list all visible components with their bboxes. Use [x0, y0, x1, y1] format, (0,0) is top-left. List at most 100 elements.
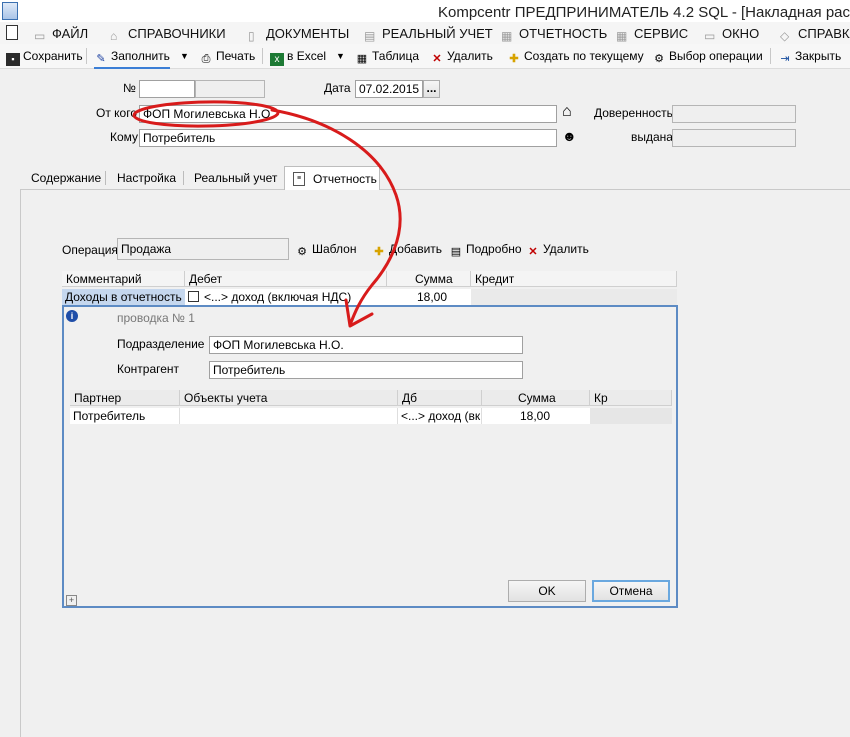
dialog-cell-sum[interactable]: 18,00: [482, 408, 590, 424]
close-button[interactable]: ⇥ Закрыть: [778, 49, 841, 66]
ledger-icon: ▤: [364, 29, 376, 43]
grid-header-credit[interactable]: Кредит: [471, 271, 677, 287]
dialog-cell-db[interactable]: <...> доход (вк: [398, 408, 482, 424]
date-picker-button[interactable]: ...: [423, 80, 440, 98]
grid-header-comment[interactable]: Комментарий: [62, 271, 185, 287]
add-plus-icon: ✚: [374, 246, 384, 258]
tab-divider: [105, 171, 106, 185]
issued-field[interactable]: [672, 129, 796, 147]
table-button[interactable]: ▦ Таблица: [355, 49, 419, 66]
cancel-button[interactable]: Отмена: [592, 580, 670, 602]
delete-entry-button[interactable]: ✕ Удалить: [526, 242, 588, 259]
number-suffix-field[interactable]: [195, 80, 265, 98]
delete-x-icon: ✕: [528, 246, 538, 258]
app-icon[interactable]: [2, 2, 18, 20]
fill-button[interactable]: ✎ Заполнить: [94, 49, 170, 69]
tab-settings[interactable]: Настройка: [117, 167, 176, 189]
add-plus-icon: ✚: [509, 53, 519, 65]
contractor-label: Контрагент: [117, 362, 180, 376]
reporting-tab-icon: ≡: [293, 172, 305, 186]
floppy-icon: ▪: [6, 53, 20, 66]
grid-cell-comment[interactable]: Доходы в отчетность: [62, 289, 185, 305]
grid-header-sum[interactable]: Сумма: [387, 271, 471, 287]
document-icon[interactable]: [6, 25, 18, 40]
tab-reporting[interactable]: ≡ Отчетность: [284, 166, 380, 190]
tab-real-accounting[interactable]: Реальный учет: [194, 167, 277, 189]
from-field[interactable]: ФОП Могилевська Н.О.: [139, 105, 557, 123]
menu-file[interactable]: ▭ ФАЙЛ: [34, 26, 88, 43]
menu-help[interactable]: ◇СПРАВКА: [780, 26, 850, 43]
menu-real-accounting[interactable]: ▤ РЕАЛЬНЫЙ УЧЕТ: [364, 26, 493, 43]
ok-button[interactable]: OK: [508, 580, 586, 602]
excel-button[interactable]: xв Excel: [270, 49, 326, 66]
expand-plus-icon[interactable]: +: [66, 595, 77, 606]
number-field[interactable]: [139, 80, 195, 98]
help-icon: ◇: [780, 29, 790, 43]
dialog-header-kr[interactable]: Кр: [590, 390, 672, 406]
number-label: №: [123, 81, 136, 95]
division-field[interactable]: ФОП Могилевська Н.О.: [209, 336, 523, 354]
date-label: Дата: [324, 81, 351, 95]
toolbar-separator: [86, 48, 87, 64]
table-icon: ▦: [356, 53, 368, 65]
pen-lines-icon: ✎: [96, 53, 106, 65]
create-from-current-button[interactable]: ✚ Создать по текущему: [507, 49, 643, 66]
checkbox[interactable]: [188, 291, 199, 302]
excel-dropdown-arrow[interactable]: ▼: [336, 51, 345, 61]
printer-icon: ⎙: [201, 53, 211, 65]
operation-label: Операция: [62, 243, 118, 257]
to-field[interactable]: Потребитель: [139, 129, 557, 147]
template-icon: ⚙: [297, 246, 307, 258]
posting-header: проводка № 1: [117, 311, 195, 325]
choose-operation-button[interactable]: ⚙ Выбор операции: [652, 49, 763, 66]
toolbar-separator: [262, 48, 263, 64]
dialog-cell-partner[interactable]: Потребитель: [70, 408, 180, 424]
power-of-attorney-field[interactable]: [672, 105, 796, 123]
menu-service[interactable]: ▦ СЕРВИС: [616, 26, 688, 43]
details-icon: ▤: [450, 246, 462, 258]
menu-documents[interactable]: ▯ ДОКУМЕНТЫ: [248, 26, 349, 43]
details-button[interactable]: ▤ Подробно: [449, 242, 522, 259]
report-icon: ▦: [501, 29, 513, 43]
grid-cell-debit[interactable]: <...> доход (включая НДС): [185, 289, 387, 305]
from-label: От кого: [96, 106, 138, 120]
menu-window[interactable]: ▭ ОКНО: [704, 26, 759, 43]
delete-x-icon: ✕: [432, 53, 442, 65]
to-label: Кому: [110, 130, 139, 144]
info-icon: i: [66, 310, 78, 322]
operation-icon: ⚙: [654, 53, 664, 65]
dialog-cell-kr[interactable]: [590, 408, 672, 424]
window-title: Kompcentr ПРЕДПРИНИМАТЕЛЬ 4.2 SQL - [Нак…: [438, 4, 850, 21]
grid-header-debit[interactable]: Дебет: [185, 271, 387, 287]
dialog-header-objects[interactable]: Объекты учета: [180, 390, 398, 406]
calculator-icon: ▦: [616, 29, 628, 43]
dialog-header-db[interactable]: Дб: [398, 390, 482, 406]
person-icon[interactable]: ☻: [562, 128, 577, 144]
house-icon[interactable]: ⌂: [562, 104, 572, 120]
division-label: Подразделение: [117, 337, 205, 351]
contractor-field[interactable]: Потребитель: [209, 361, 523, 379]
exit-icon: ⇥: [780, 53, 790, 65]
delete-button[interactable]: ✕ Удалить: [430, 49, 492, 66]
save-button[interactable]: ▪ Сохранить: [6, 49, 83, 66]
excel-icon: x: [270, 53, 284, 66]
add-entry-button[interactable]: ✚ Добавить: [372, 242, 442, 259]
dialog-header-partner[interactable]: Партнер: [70, 390, 180, 406]
menu-bar: ▭ ФАЙЛ ⌂ СПРАВОЧНИКИ ▯ ДОКУМЕНТЫ ▤ РЕАЛЬНЫЙ …: [0, 22, 850, 45]
page-icon: ▯: [248, 29, 255, 43]
menu-directories[interactable]: ⌂ СПРАВОЧНИКИ: [110, 26, 226, 43]
posting-dialog: i проводка № 1 Подразделение ФОП Могилев…: [62, 305, 678, 608]
print-button[interactable]: ⎙ Печать: [199, 49, 256, 66]
window-icon: ▭: [704, 29, 716, 43]
dialog-cell-objects[interactable]: [180, 408, 398, 424]
tab-content[interactable]: Содержание: [31, 167, 101, 189]
dialog-header-sum[interactable]: Сумма: [482, 390, 590, 406]
grid-cell-credit[interactable]: [471, 289, 677, 305]
title-bar: Kompcentr ПРЕДПРИНИМАТЕЛЬ 4.2 SQL - [Нак…: [0, 0, 850, 22]
date-field[interactable]: 07.02.2015: [355, 80, 423, 98]
template-button[interactable]: ⚙ Шаблон: [295, 242, 356, 259]
fill-dropdown-arrow[interactable]: ▼: [180, 51, 189, 61]
grid-cell-sum[interactable]: 18,00: [387, 289, 471, 305]
menu-reporting[interactable]: ▦ ОТЧЕТНОСТЬ: [501, 26, 607, 43]
operation-field[interactable]: Продажа: [117, 238, 289, 260]
